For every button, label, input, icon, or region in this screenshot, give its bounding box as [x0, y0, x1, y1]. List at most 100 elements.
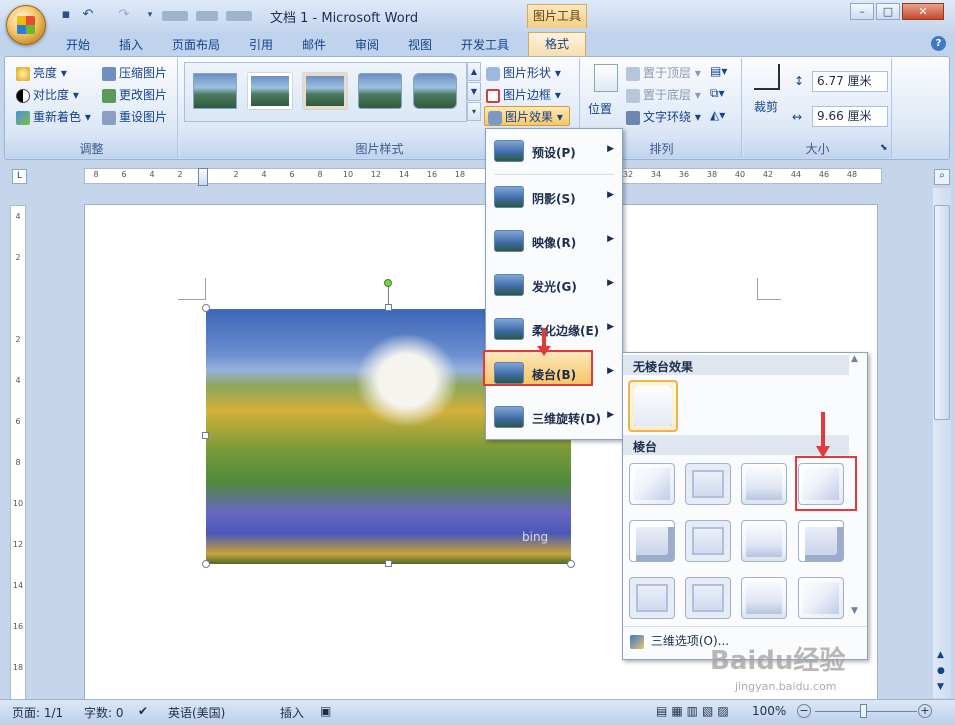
tab-format[interactable]: 格式	[528, 32, 586, 56]
scrollbar-thumb[interactable]	[934, 205, 950, 420]
picture-border-button[interactable]: 图片边框 ▾	[486, 86, 561, 103]
rotate-icon[interactable]: ◭▾	[710, 108, 725, 122]
tab-page-layout[interactable]: 页面布局	[172, 35, 220, 55]
bevel-angle[interactable]	[629, 520, 675, 562]
insert-mode[interactable]: 插入	[280, 704, 304, 721]
tab-view[interactable]: 视图	[408, 35, 432, 55]
redo-icon[interactable]: ↷	[116, 7, 132, 23]
crop-button[interactable]: 裁剪	[754, 98, 778, 115]
compress-pictures-button[interactable]: 压缩图片	[102, 64, 167, 81]
reset-picture-button[interactable]: 重设图片	[102, 108, 167, 125]
brightness-button[interactable]: 亮度 ▾	[16, 64, 67, 81]
macro-icon[interactable]: ▣	[320, 704, 331, 718]
style-thumbnail[interactable]	[303, 73, 347, 109]
bevel-none-option[interactable]	[628, 380, 678, 432]
page-count[interactable]: 页面: 1/1	[12, 704, 63, 721]
submenu-scrollbar[interactable]: ▲ ▼	[848, 354, 864, 620]
proofing-icon[interactable]: ✔	[138, 704, 148, 718]
picture-style-gallery[interactable]	[184, 62, 467, 122]
style-thumbnail[interactable]	[413, 73, 457, 109]
office-button[interactable]	[6, 5, 46, 45]
language[interactable]: 英语(美国)	[168, 704, 225, 721]
picture-shape-label: 图片形状	[503, 66, 552, 80]
width-input[interactable]: 9.66 厘米	[812, 106, 888, 127]
style-thumbnail[interactable]	[248, 73, 292, 109]
menu-item-preset[interactable]: 预设(P) ▶	[486, 130, 622, 174]
customize-qat-icon[interactable]: ▾	[142, 7, 158, 23]
annotation-arrow	[821, 412, 825, 450]
tab-review[interactable]: 审阅	[355, 35, 379, 55]
resize-handle[interactable]	[385, 304, 392, 311]
tab-developer[interactable]: 开发工具	[461, 35, 509, 55]
menu-item-reflection[interactable]: 映像(R) ▶	[486, 220, 622, 264]
bevel-relaxed-inset[interactable]	[685, 463, 731, 505]
resize-handle[interactable]	[202, 304, 210, 312]
recolor-button[interactable]: 重新着色 ▾	[16, 108, 91, 125]
save-icon[interactable]: ▪	[58, 7, 74, 23]
tab-mailings[interactable]: 邮件	[302, 35, 326, 55]
tab-insert[interactable]: 插入	[119, 35, 143, 55]
menu-item-glow[interactable]: 发光(G) ▶	[486, 264, 622, 308]
bevel-convex[interactable]	[741, 520, 787, 562]
minimize-button[interactable]: –	[850, 3, 874, 20]
tab-references[interactable]: 引用	[249, 35, 273, 55]
zoom-in-icon[interactable]: +	[918, 704, 932, 718]
resize-handle[interactable]	[385, 560, 392, 567]
gallery-scroll-down[interactable]: ▼	[467, 82, 481, 101]
tab-selector[interactable]: L	[12, 169, 27, 184]
group-objects-icon[interactable]: ⧉▾	[710, 86, 725, 101]
gallery-scroll-up[interactable]: ▲	[467, 62, 481, 81]
menu-item-shadow[interactable]: 阴影(S) ▶	[486, 176, 622, 220]
menu-item-soft-edges[interactable]: 柔化边缘(E) ▶	[486, 308, 622, 352]
zoom-slider-thumb[interactable]	[860, 704, 867, 718]
style-thumbnail[interactable]	[193, 73, 237, 109]
close-button[interactable]: ✕	[902, 3, 944, 20]
gallery-more[interactable]: ▾	[467, 102, 481, 121]
vruler-tick-label: 2	[15, 253, 21, 262]
indent-marker[interactable]	[198, 168, 208, 186]
undo-icon[interactable]: ↶	[80, 7, 96, 23]
help-icon[interactable]: ?	[931, 36, 946, 51]
change-picture-button[interactable]: 更改图片	[102, 86, 167, 103]
next-page-icon[interactable]: ▼	[937, 682, 944, 692]
bevel-riblet[interactable]	[685, 577, 731, 619]
bevel-circle[interactable]	[629, 463, 675, 505]
bevel-slope[interactable]	[798, 520, 844, 562]
browse-object-icon[interactable]: ●	[937, 666, 945, 676]
resize-handle[interactable]	[202, 560, 210, 568]
bevel-divot[interactable]	[629, 577, 675, 619]
bring-to-front-button[interactable]: 置于顶层 ▾	[626, 64, 701, 81]
bevel-hard-edge[interactable]	[741, 577, 787, 619]
send-to-back-button[interactable]: 置于底层 ▾	[626, 86, 701, 103]
menu-item-3d-rotation[interactable]: 三维旋转(D) ▶	[486, 396, 622, 440]
resize-handle[interactable]	[567, 560, 575, 568]
submenu-scroll-up-icon[interactable]: ▲	[851, 354, 858, 364]
office-logo-icon	[17, 16, 35, 34]
style-thumbnail[interactable]	[358, 73, 402, 109]
rotation-handle[interactable]	[384, 279, 392, 287]
bevel-cross[interactable]	[741, 463, 787, 505]
zoom-level[interactable]: 100%	[752, 704, 786, 718]
align-icon[interactable]: ▤▾	[710, 64, 727, 78]
view-ruler-icon[interactable]: ⌕	[934, 169, 950, 185]
bevel-art-deco[interactable]	[798, 577, 844, 619]
qat-blurred-item	[162, 11, 188, 21]
view-buttons-icon[interactable]: ▤▦▥▧▨	[656, 704, 733, 718]
word-count[interactable]: 字数: 0	[84, 704, 124, 721]
maximize-button[interactable]: □	[876, 3, 900, 20]
resize-handle[interactable]	[202, 432, 209, 439]
tab-home[interactable]: 开始	[66, 35, 90, 55]
text-wrapping-button[interactable]: 文字环绕 ▾	[626, 108, 701, 125]
menu-item-bevel[interactable]: 棱台(B) ▶	[486, 352, 622, 396]
height-input[interactable]: 6.77 厘米	[812, 71, 888, 92]
picture-shape-button[interactable]: 图片形状 ▾	[486, 64, 561, 81]
ruler-tick-label: 18	[454, 170, 466, 179]
ruler-tick-label: 8	[93, 170, 99, 179]
bevel-soft-round[interactable]	[685, 520, 731, 562]
previous-page-icon[interactable]: ▲	[937, 650, 944, 660]
position-button[interactable]: 位置	[588, 62, 624, 122]
submenu-scroll-down-icon[interactable]: ▼	[851, 606, 858, 616]
contrast-button[interactable]: 对比度 ▾	[16, 86, 79, 103]
size-dialog-launcher-icon[interactable]: ⬊	[880, 143, 888, 153]
zoom-out-icon[interactable]: −	[797, 704, 811, 718]
